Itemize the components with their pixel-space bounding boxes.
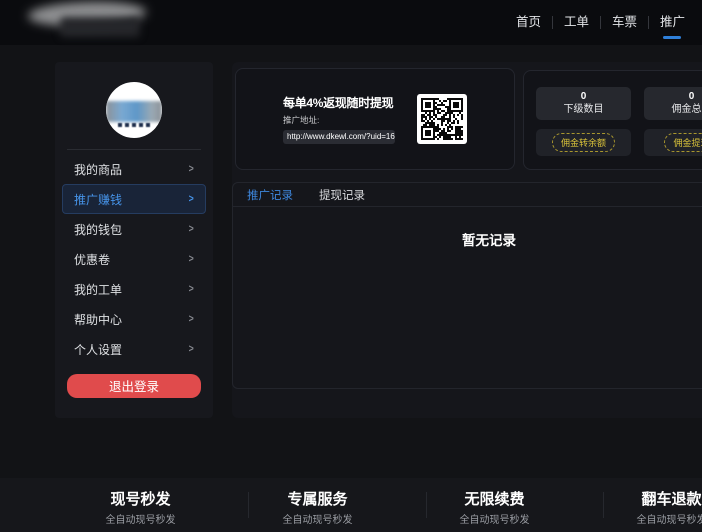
stats-actions-row: 佣金转余额 佣金提现 [536, 129, 702, 156]
promo-address-label: 推广地址: [283, 114, 399, 126]
qr-finder-icon [421, 98, 435, 112]
site-logo-shadow [60, 17, 140, 37]
footer: 现号秒发 全自动现号秒发 专属服务 全自动现号秒发 无限续费 全自动现号秒发 翻… [0, 478, 702, 532]
commission-withdraw-button[interactable]: 佣金提现 [664, 133, 702, 152]
footer-item-subtitle: 全自动现号秒发 [583, 511, 702, 526]
sidebar-item-label: 帮助中心 [74, 311, 122, 328]
sidebar-item-label: 个人设置 [74, 341, 122, 358]
chevron-right-icon: > [188, 343, 193, 355]
sidebar-item-label: 优惠卷 [74, 251, 110, 268]
qr-finder-icon [449, 98, 463, 112]
sidebar-item-label: 我的工单 [74, 281, 122, 298]
chevron-right-icon: > [188, 283, 193, 295]
records-tabs: 推广记录 提现记录 [233, 183, 702, 207]
footer-item-title: 现号秒发 [52, 491, 229, 508]
nav-item-work-orders[interactable]: 工单 [553, 0, 600, 45]
sidebar-item-coupons[interactable]: 优惠卷 > [62, 244, 206, 274]
footer-item-unlimited-renewal: 无限续费 全自动现号秒发 [406, 491, 583, 526]
commission-stats-card: 0 下级数目 0 佣金总数 佣金转余额 佣金提现 [523, 70, 702, 170]
logout-button[interactable]: 退出登录 [67, 374, 201, 398]
promo-title: 每单4%返现随时提现 [283, 94, 399, 111]
promo-info: 每单4%返现随时提现 推广地址: http://www.dkewl.com/?u… [283, 94, 399, 144]
stat-total-commission: 0 佣金总数 [644, 87, 702, 120]
footer-item-exclusive-service: 专属服务 全自动现号秒发 [229, 491, 406, 526]
footer-item-instant-delivery: 现号秒发 全自动现号秒发 [52, 491, 229, 526]
footer-divider [426, 492, 427, 518]
footer-item-subtitle: 全自动现号秒发 [406, 511, 583, 526]
chevron-right-icon: > [188, 313, 193, 325]
action-box: 佣金提现 [644, 129, 702, 156]
footer-item-title: 翻车退款 [583, 491, 702, 508]
avatar-image-blur [106, 101, 162, 122]
sidebar-item-my-wallet[interactable]: 我的钱包 > [62, 214, 206, 244]
stat-subordinates: 0 下级数目 [536, 87, 631, 120]
stats-row: 0 下级数目 0 佣金总数 [536, 87, 702, 120]
footer-divider [248, 492, 249, 518]
avatar[interactable] [106, 82, 162, 138]
stat-label: 下级数目 [536, 103, 631, 116]
action-box: 佣金转余额 [536, 129, 631, 156]
records-panel: 推广记录 提现记录 暂无记录 [232, 182, 702, 389]
nav-item-tickets[interactable]: 车票 [601, 0, 648, 45]
promo-url-field[interactable]: http://www.dkewl.com/?uid=16 [283, 130, 395, 144]
tab-promotion-records[interactable]: 推广记录 [247, 187, 293, 203]
stat-value: 0 [536, 90, 631, 103]
top-bar: 首页 工单 车票 推广 [0, 0, 702, 45]
chevron-right-icon: > [188, 253, 193, 265]
stat-value: 0 [644, 90, 702, 103]
main-nav: 首页 工单 车票 推广 [505, 0, 696, 45]
sidebar-item-label: 我的商品 [74, 161, 122, 178]
footer-item-title: 无限续费 [406, 491, 583, 508]
footer-item-title: 专属服务 [229, 491, 406, 508]
chevron-right-icon: > [188, 223, 193, 235]
empty-records-text: 暂无记录 [233, 207, 702, 249]
commission-to-balance-button[interactable]: 佣金转余额 [552, 133, 615, 152]
chevron-right-icon: > [188, 163, 193, 175]
sidebar: 我的商品 > 推广赚钱 > 我的钱包 > 优惠卷 > 我的工单 > 帮助中心 >… [55, 62, 213, 418]
promo-card: 每单4%返现随时提现 推广地址: http://www.dkewl.com/?u… [235, 68, 515, 170]
avatar-image-blur-text [118, 123, 150, 127]
sidebar-item-my-work-orders[interactable]: 我的工单 > [62, 274, 206, 304]
sidebar-item-label: 我的钱包 [74, 221, 122, 238]
chevron-right-icon: > [188, 193, 193, 205]
nav-item-promotion[interactable]: 推广 [649, 0, 696, 45]
footer-divider [603, 492, 604, 518]
tab-withdrawal-records[interactable]: 提现记录 [319, 187, 365, 203]
footer-item-subtitle: 全自动现号秒发 [52, 511, 229, 526]
sidebar-item-label: 推广赚钱 [74, 191, 122, 208]
footer-features: 现号秒发 全自动现号秒发 专属服务 全自动现号秒发 无限续费 全自动现号秒发 翻… [52, 478, 702, 526]
footer-item-refund: 翻车退款 全自动现号秒发 [583, 491, 702, 526]
qr-finder-icon [421, 126, 435, 140]
stat-label: 佣金总数 [644, 103, 702, 116]
sidebar-item-my-products[interactable]: 我的商品 > [62, 154, 206, 184]
sidebar-item-help-center[interactable]: 帮助中心 > [62, 304, 206, 334]
footer-item-subtitle: 全自动现号秒发 [229, 511, 406, 526]
sidebar-menu: 我的商品 > 推广赚钱 > 我的钱包 > 优惠卷 > 我的工单 > 帮助中心 >… [55, 150, 213, 364]
qr-code [417, 94, 467, 144]
sidebar-item-promotion-earn[interactable]: 推广赚钱 > [62, 184, 206, 214]
sidebar-item-personal-settings[interactable]: 个人设置 > [62, 334, 206, 364]
main-content: 每单4%返现随时提现 推广地址: http://www.dkewl.com/?u… [232, 62, 702, 418]
nav-item-home[interactable]: 首页 [505, 0, 552, 45]
